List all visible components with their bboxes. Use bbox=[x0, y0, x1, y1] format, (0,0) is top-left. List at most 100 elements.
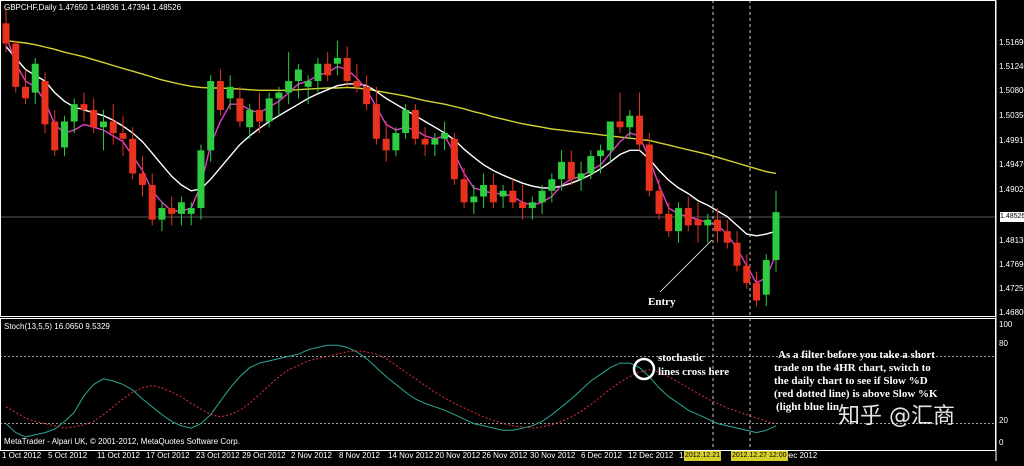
candle-body bbox=[119, 133, 127, 139]
candle bbox=[363, 75, 371, 110]
candle-body bbox=[587, 156, 595, 174]
time-tick-label: 2 Nov 2012 bbox=[291, 451, 332, 460]
candle-body bbox=[80, 104, 88, 110]
candle-body bbox=[275, 92, 283, 99]
candle-body bbox=[694, 219, 702, 226]
candle bbox=[294, 63, 302, 99]
filter-note-line-3: the daily chart to see if Slow %D bbox=[774, 375, 928, 387]
candle bbox=[733, 231, 741, 272]
candle-body bbox=[363, 86, 371, 105]
candle-body bbox=[762, 260, 770, 295]
current-price-label: 1.48526 bbox=[1000, 212, 1024, 222]
time-tick-label: 29 Oct 2012 bbox=[242, 451, 286, 460]
candle-body bbox=[343, 57, 351, 82]
candle bbox=[587, 150, 595, 180]
candle bbox=[314, 57, 322, 93]
price-tick-label: 1.46800 bbox=[999, 308, 1024, 317]
candle bbox=[489, 173, 497, 209]
candle-body bbox=[411, 109, 419, 139]
candle-body bbox=[655, 190, 663, 214]
price-tick-label: 1.47250 bbox=[999, 284, 1024, 293]
candle-body bbox=[60, 121, 68, 148]
candle-body bbox=[314, 63, 322, 82]
candle-body bbox=[382, 138, 390, 151]
candle-body bbox=[470, 196, 478, 203]
time-tick-label: 1 Oct 2012 bbox=[2, 451, 42, 460]
candle bbox=[187, 202, 195, 226]
candle-body bbox=[577, 173, 585, 180]
candle-body bbox=[265, 98, 273, 122]
candle bbox=[694, 202, 702, 243]
candle bbox=[119, 115, 127, 157]
price-tick-label: 1.49910 bbox=[999, 136, 1024, 145]
stoch-cross-circle bbox=[632, 357, 656, 381]
candles[interactable] bbox=[2, 8, 780, 307]
candle bbox=[616, 92, 624, 134]
candle bbox=[411, 104, 419, 145]
candle-body bbox=[704, 219, 712, 226]
candle-body bbox=[70, 104, 78, 122]
candle-body bbox=[21, 86, 29, 99]
candle-body bbox=[460, 179, 468, 203]
candle bbox=[675, 202, 683, 243]
price-tick-label: 1.49020 bbox=[999, 185, 1024, 194]
candle-body bbox=[353, 81, 361, 87]
candle bbox=[567, 150, 575, 185]
candle-body bbox=[207, 81, 215, 151]
candle-body bbox=[519, 202, 527, 209]
highlighted-date-2: 2012.12.27 12:00 bbox=[731, 451, 788, 461]
candle-body bbox=[489, 184, 497, 203]
ma-slow-line bbox=[5, 39, 777, 175]
candle-body bbox=[12, 43, 20, 87]
filter-note-line-1: As a filter before you take a short bbox=[778, 349, 935, 361]
candle bbox=[392, 127, 400, 157]
candle bbox=[538, 184, 546, 214]
candle-body bbox=[246, 109, 254, 128]
candle bbox=[431, 133, 439, 157]
candle-body bbox=[450, 138, 458, 180]
watermark: 知乎 @汇商 bbox=[838, 404, 955, 429]
candle-body bbox=[743, 265, 751, 284]
candle-body bbox=[431, 138, 439, 145]
candle bbox=[372, 86, 380, 145]
candle bbox=[343, 46, 351, 87]
candle bbox=[265, 92, 273, 128]
candle-body bbox=[684, 208, 692, 226]
candle-body bbox=[509, 190, 517, 203]
candle bbox=[168, 196, 176, 226]
candle bbox=[158, 202, 166, 232]
candle bbox=[333, 40, 341, 76]
candle bbox=[207, 75, 215, 162]
candle-body bbox=[665, 213, 673, 232]
candle bbox=[148, 173, 156, 226]
candle bbox=[41, 72, 49, 134]
candle bbox=[636, 92, 644, 151]
candle-body bbox=[177, 202, 185, 214]
price-tick-label: 1.51240 bbox=[999, 62, 1024, 71]
time-tick-label: 30 Nov 2012 bbox=[530, 451, 576, 460]
candle-body bbox=[636, 115, 644, 145]
time-tick-label: 11 Oct 2012 bbox=[97, 451, 140, 460]
candle bbox=[382, 121, 390, 162]
candle-body bbox=[714, 219, 722, 232]
candle-body bbox=[597, 150, 605, 157]
candle-body bbox=[168, 208, 176, 214]
price-tick-label: 1.50350 bbox=[999, 111, 1024, 120]
candle bbox=[655, 179, 663, 220]
candle bbox=[421, 127, 429, 157]
candle bbox=[275, 86, 283, 116]
candle-body bbox=[197, 150, 205, 209]
price-tick-label: 1.50800 bbox=[999, 86, 1024, 95]
candle bbox=[753, 271, 761, 307]
filter-note-line-5: (light blue lin bbox=[776, 401, 839, 413]
entry-label: Entry bbox=[648, 296, 676, 308]
price-tick-label: 1.48130 bbox=[999, 236, 1024, 245]
candle-body bbox=[772, 212, 780, 261]
indicator-header-info: Stoch(13,5,5) 16.0650 9.5329 bbox=[4, 322, 110, 331]
candle bbox=[60, 115, 68, 157]
chart-window[interactable]: GBPCHF,Daily 1.47650 1.48936 1.47394 1.4… bbox=[0, 0, 1024, 461]
time-tick-label: 8 Nov 2012 bbox=[339, 451, 380, 460]
candle bbox=[499, 184, 507, 209]
candle-body bbox=[41, 81, 49, 125]
candle-body bbox=[558, 161, 566, 180]
